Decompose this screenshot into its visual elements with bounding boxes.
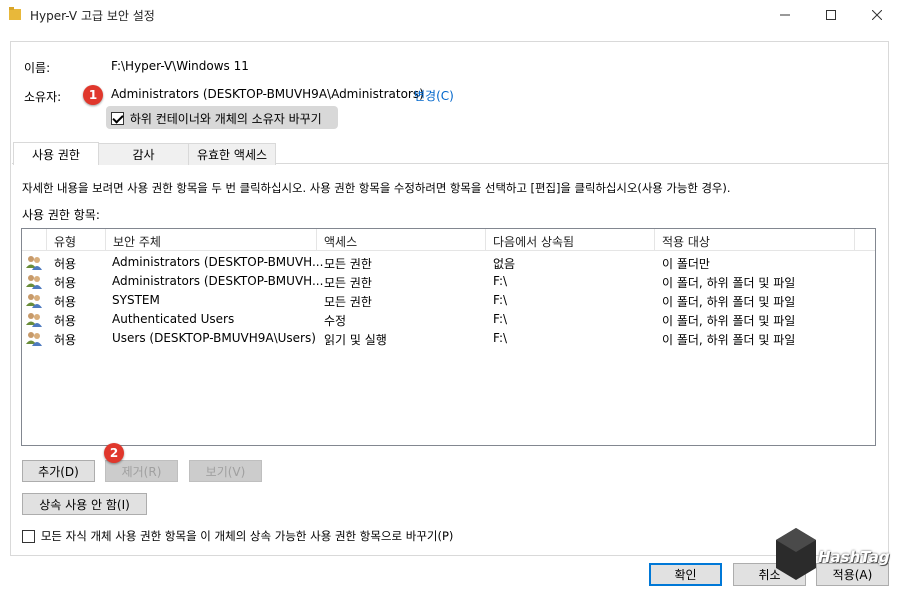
cell-type: 허용 [54, 276, 77, 290]
replace-owner-label: 하위 컨테이너와 개체의 소유자 바꾸기 [129, 112, 322, 126]
tab-effective-access[interactable]: 유효한 액세스 [188, 143, 276, 165]
table-row[interactable]: 허용 Authenticated Users 수정 F:\ 이 폴더, 하위 폴… [22, 310, 875, 329]
minimize-icon [780, 14, 790, 16]
view-button[interactable]: 보기(V) [189, 460, 262, 482]
cell-applies-to: 이 폴더, 하위 폴더 및 파일 [662, 295, 796, 309]
table-row[interactable]: 허용 Users (DESKTOP-BMUVH9A\Users) 읽기 및 실행… [22, 329, 875, 348]
maximize-icon [826, 10, 836, 20]
column-header-applies-to[interactable]: 적용 대상 [662, 233, 710, 250]
users-icon [26, 313, 42, 327]
cell-access: 모든 권한 [324, 257, 372, 271]
users-icon [26, 332, 42, 346]
column-header-type[interactable]: 유형 [54, 233, 76, 250]
cell-principal: Users (DESKTOP-BMUVH9A\Users) [112, 331, 316, 345]
users-icon [26, 294, 42, 308]
maximize-button[interactable] [808, 0, 854, 30]
table-row[interactable]: 허용 SYSTEM 모든 권한 F:\ 이 폴더, 하위 폴더 및 파일 [22, 291, 875, 310]
cell-inherited-from: F:\ [493, 331, 508, 345]
cell-type: 허용 [54, 314, 77, 328]
cell-type: 허용 [54, 333, 77, 347]
cell-applies-to: 이 폴더, 하위 폴더 및 파일 [662, 276, 796, 290]
cell-type: 허용 [54, 295, 77, 309]
list-header: 유형 보안 주체 액세스 다음에서 상속됨 적용 대상 [22, 229, 875, 251]
column-header-access[interactable]: 액세스 [324, 233, 357, 250]
users-icon [26, 275, 42, 289]
cell-principal: Administrators (DESKTOP-BMUVH... [112, 274, 324, 288]
cell-access: 읽기 및 실행 [324, 333, 387, 347]
permission-entries-list[interactable]: 유형 보안 주체 액세스 다음에서 상속됨 적용 대상 허용 Administr… [21, 228, 876, 446]
step-badge-2: 2 [104, 443, 124, 463]
cell-applies-to: 이 폴더, 하위 폴더 및 파일 [662, 333, 796, 347]
folder-icon [9, 7, 21, 20]
cell-principal: Administrators (DESKTOP-BMUVH... [112, 255, 324, 269]
close-icon [872, 10, 882, 20]
cell-access: 모든 권한 [324, 276, 372, 290]
change-owner-link[interactable]: 변경(C) [414, 87, 454, 104]
owner-value: Administrators (DESKTOP-BMUVH9A\Administ… [111, 87, 424, 101]
table-row[interactable]: 허용 Administrators (DESKTOP-BMUVH... 모든 권… [22, 253, 875, 272]
table-row[interactable]: 허용 Administrators (DESKTOP-BMUVH... 모든 권… [22, 272, 875, 291]
window-title: Hyper-V 고급 보안 설정 [30, 9, 155, 23]
add-button[interactable]: 추가(D) [22, 460, 95, 482]
replace-child-checkbox-row[interactable]: 모든 자식 개체 사용 권한 항목을 이 개체의 상속 가능한 사용 권한 항목… [22, 528, 454, 544]
instructions-text: 자세한 내용을 보려면 사용 권한 항목을 두 번 클릭하십시오. 사용 권한 … [22, 181, 731, 195]
column-header-principal[interactable]: 보안 주체 [113, 233, 161, 250]
name-value: F:\Hyper-V\Windows 11 [111, 59, 249, 73]
owner-label: 소유자: [24, 90, 62, 104]
cell-inherited-from: F:\ [493, 293, 508, 307]
tab-permissions[interactable]: 사용 권한 [13, 142, 99, 165]
hashtag-logo-icon [776, 528, 816, 580]
users-icon [26, 256, 42, 270]
ok-button[interactable]: 확인 [649, 563, 722, 586]
step-badge-1: 1 [83, 85, 103, 105]
name-label: 이름: [24, 61, 51, 75]
disable-inheritance-button[interactable]: 상속 사용 안 함(I) [22, 493, 147, 515]
apply-button[interactable]: 적용(A) [816, 563, 889, 586]
replace-child-label: 모든 자식 개체 사용 권한 항목을 이 개체의 상속 가능한 사용 권한 항목… [40, 529, 454, 543]
column-header-inherited-from[interactable]: 다음에서 상속됨 [493, 233, 574, 250]
cell-access: 수정 [324, 314, 347, 328]
watermark-text: HashTag [818, 548, 890, 566]
cell-access: 모든 권한 [324, 295, 372, 309]
cell-inherited-from: 없음 [493, 257, 516, 271]
close-button[interactable] [854, 0, 900, 30]
title-bar: Hyper-V 고급 보안 설정 [0, 0, 900, 30]
cell-principal: Authenticated Users [112, 312, 235, 326]
replace-owner-checkbox[interactable] [111, 112, 124, 125]
remove-button[interactable]: 제거(R) [105, 460, 178, 482]
cell-principal: SYSTEM [112, 293, 160, 307]
cell-applies-to: 이 폴더, 하위 폴더 및 파일 [662, 314, 796, 328]
cell-type: 허용 [54, 257, 77, 271]
cell-inherited-from: F:\ [493, 312, 508, 326]
entries-label: 사용 권한 항목: [22, 208, 100, 222]
replace-child-checkbox[interactable] [22, 529, 35, 543]
cell-inherited-from: F:\ [493, 274, 508, 288]
replace-owner-checkbox-row[interactable]: 하위 컨테이너와 개체의 소유자 바꾸기 [111, 110, 322, 127]
minimize-button[interactable] [762, 0, 808, 30]
cell-applies-to: 이 폴더만 [662, 257, 710, 271]
tab-auditing[interactable]: 감사 [98, 143, 189, 165]
